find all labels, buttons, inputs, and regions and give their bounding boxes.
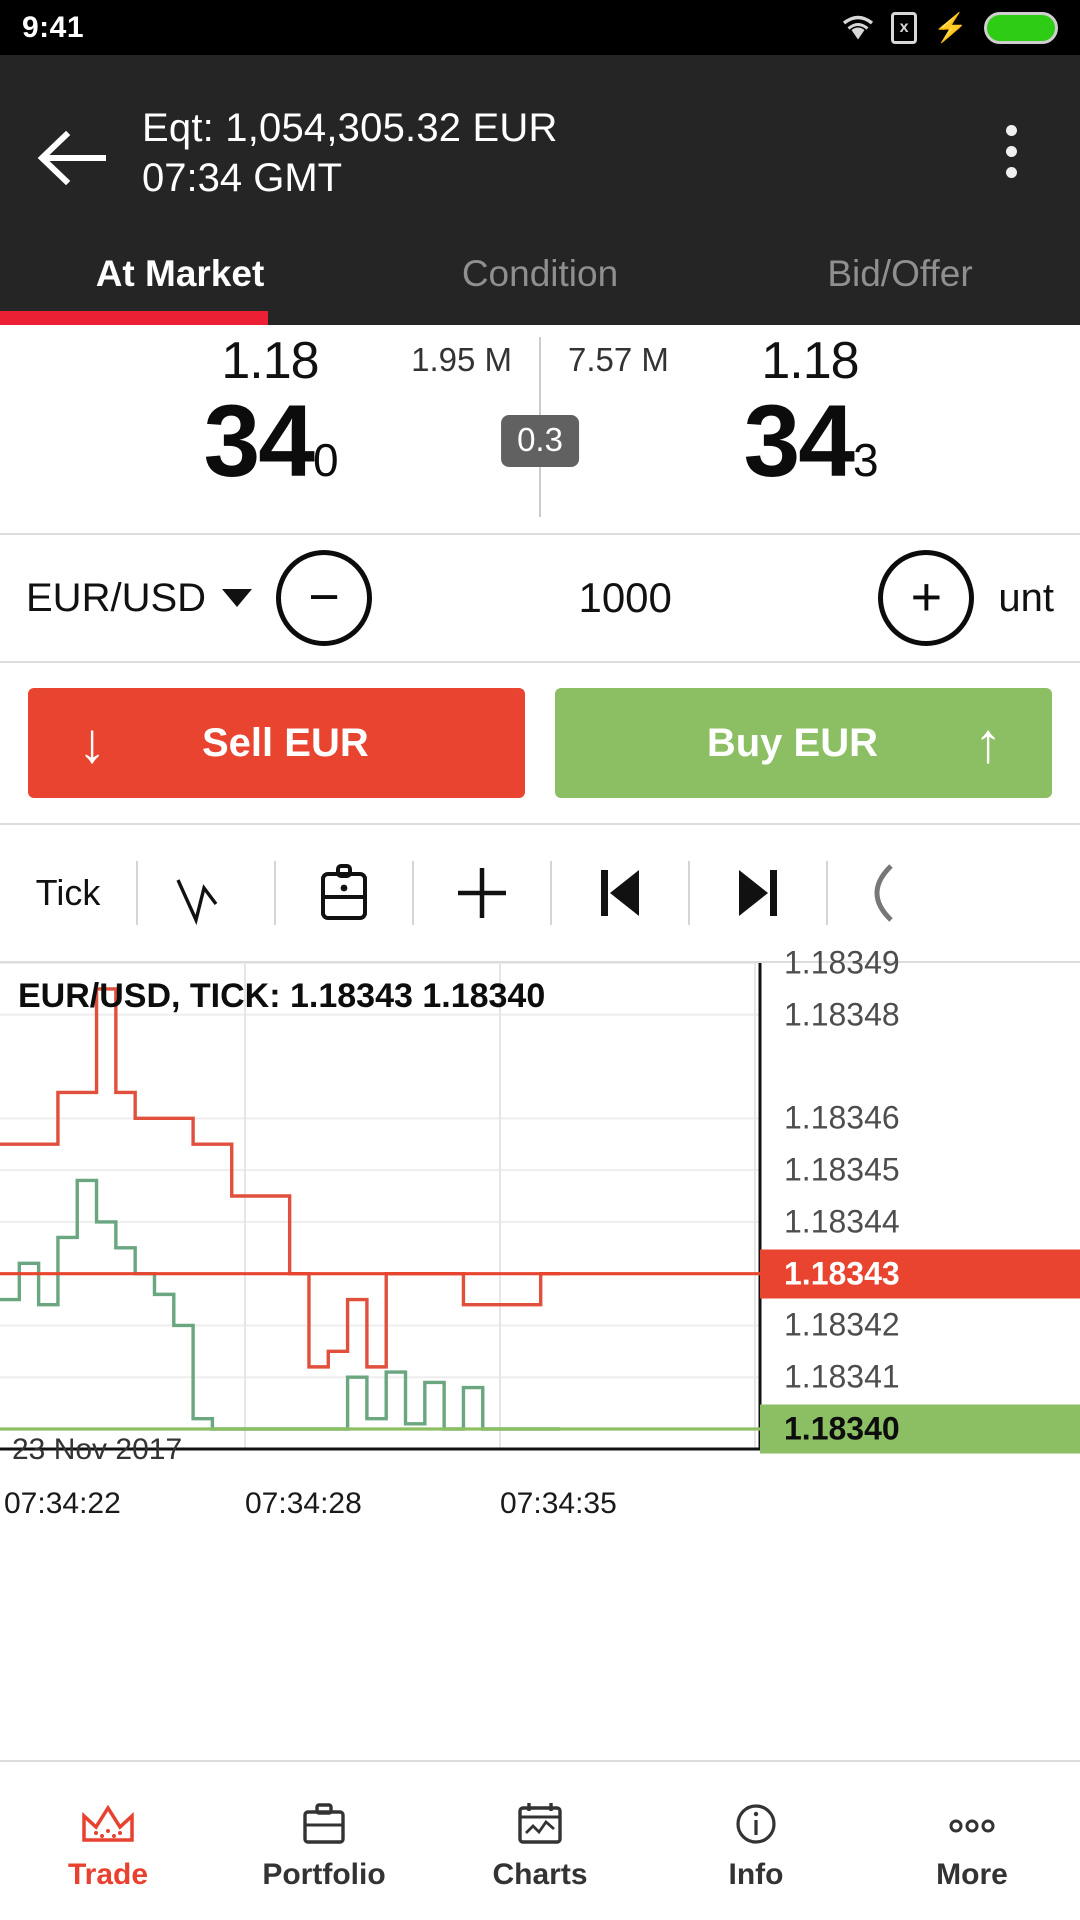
nav-item-more[interactable]: More	[864, 1790, 1080, 1892]
tab-bid-offer[interactable]: Bid/Offer	[720, 253, 1080, 325]
bid-price-prefix: 1.18	[221, 332, 319, 390]
ask-price-main: 34	[743, 384, 854, 498]
ask-price-block[interactable]: 1.18 343	[540, 335, 1080, 493]
tab-condition[interactable]: Condition	[360, 253, 720, 325]
bid-price-main: 34	[203, 384, 314, 498]
info-circle-icon	[731, 1790, 781, 1846]
chart-calendar-icon	[513, 1790, 567, 1846]
status-bar-clock: 9:41	[22, 10, 85, 44]
status-bar-icons: x ⚡	[841, 11, 1058, 44]
more-dots-icon	[941, 1790, 1003, 1846]
arrow-up-icon: ↑	[974, 711, 1002, 774]
sell-button[interactable]: ↓ Sell EUR	[28, 688, 525, 798]
bid-price-block[interactable]: 1.18 340	[0, 335, 540, 493]
order-entry-row: EUR/USD − 1000 + unt	[0, 535, 1080, 663]
bid-price-sub: 0	[312, 434, 339, 486]
server-time-label: 07:34 GMT	[142, 156, 343, 201]
nav-label-charts: Charts	[492, 1858, 588, 1891]
sell-button-label: Sell EUR	[202, 720, 369, 765]
charging-bolt-icon: ⚡	[933, 11, 968, 43]
line-chart-icon[interactable]	[138, 825, 274, 961]
refresh-circle-icon[interactable]	[828, 825, 964, 961]
y-axis-tick-label: 1.18349	[784, 944, 900, 981]
battery-icon	[984, 11, 1058, 44]
ask-price-big: 343	[540, 389, 1080, 493]
quantity-input[interactable]: 1000	[372, 574, 878, 622]
app-header: Eqt: 1,054,305.32 EUR 07:34 GMT At Marke…	[0, 55, 1080, 325]
skip-back-icon[interactable]	[552, 825, 688, 961]
briefcase-icon[interactable]	[276, 825, 412, 961]
bottom-navigation: Trade Portfolio Charts Info More	[0, 1760, 1080, 1920]
x-axis-tick-label: 07:34:35	[500, 1487, 617, 1520]
quote-panel: 1.95 M 7.57 M 0.3 1.18 340 1.18 343	[0, 325, 1080, 535]
timeframe-tick-button[interactable]: Tick	[0, 825, 136, 961]
equity-label: Eqt: 1,054,305.32 EUR	[142, 106, 558, 150]
quantity-decrement-button[interactable]: −	[276, 550, 372, 646]
nav-item-charts[interactable]: Charts	[432, 1790, 648, 1892]
y-axis-tick-label: 1.18342	[784, 1306, 900, 1343]
nav-label-more: More	[936, 1858, 1008, 1891]
nav-item-info[interactable]: Info	[648, 1790, 864, 1892]
nav-label-trade: Trade	[67, 1858, 149, 1891]
symbol-label: EUR/USD	[26, 575, 207, 620]
chart-y-axis: 1.18349 1.18348 1.18346 1.18345 1.18344 1.183…	[760, 945, 1080, 1483]
ask-price-prefix: 1.18	[761, 332, 859, 390]
y-axis-tick-label: 1.18346	[784, 1099, 900, 1136]
spread-badge: 0.3	[501, 415, 579, 467]
y-axis-tick-label: 1.18344	[784, 1203, 900, 1240]
arrow-down-icon: ↓	[78, 711, 106, 774]
quantity-increment-button[interactable]: +	[878, 550, 975, 646]
back-arrow-icon[interactable]	[34, 119, 112, 197]
x-axis-tick-label: 07:34:22	[4, 1487, 121, 1520]
nav-item-trade[interactable]: Trade	[0, 1790, 216, 1892]
y-axis-tick-label: 1.18345	[784, 1151, 900, 1188]
status-bar: 9:41 x ⚡	[0, 0, 1080, 55]
price-tag-ask: 1.18343	[760, 1249, 1080, 1299]
nav-label-portfolio: Portfolio	[262, 1858, 386, 1891]
x-axis-tick-label: 07:34:28	[245, 1487, 362, 1520]
y-axis-tick-label: 1.18341	[784, 1358, 900, 1395]
nav-item-portfolio[interactable]: Portfolio	[216, 1790, 432, 1892]
bid-price-big: 340	[0, 389, 540, 493]
briefcase-icon	[297, 1790, 351, 1846]
symbol-selector[interactable]: EUR/USD	[26, 576, 276, 621]
wifi-icon	[841, 15, 875, 41]
trade-crown-icon	[79, 1790, 137, 1846]
crosshair-plus-icon[interactable]	[414, 825, 550, 961]
chart-x-axis: 07:34:22 07:34:28 07:34:35	[0, 1483, 1080, 1543]
price-tag-bid: 1.18340	[760, 1404, 1080, 1454]
chart-toolbar: Tick	[0, 825, 1080, 963]
trade-buttons-row: ↓ Sell EUR Buy EUR ↑	[0, 663, 1080, 825]
sim-x-icon: x	[891, 11, 918, 44]
buy-button-label: Buy EUR	[706, 720, 878, 765]
chart-date-label: 23 Nov 2017	[12, 1433, 183, 1466]
nav-label-info: Info	[728, 1858, 784, 1891]
tab-active-indicator	[0, 311, 268, 325]
ask-price-sub: 3	[852, 434, 879, 486]
skip-forward-icon[interactable]	[690, 825, 826, 961]
order-type-tabs: At Market Condition Bid/Offer	[0, 253, 1080, 325]
chevron-down-icon	[222, 589, 253, 607]
quantity-unit-label: unt	[998, 575, 1054, 620]
y-axis-tick-label: 1.18348	[784, 996, 900, 1033]
buy-button[interactable]: Buy EUR ↑	[555, 688, 1052, 798]
header-titles: Eqt: 1,054,305.32 EUR 07:34 GMT	[112, 95, 976, 204]
kebab-menu-icon[interactable]	[976, 125, 1046, 178]
chart-title: EUR/USD, TICK: 1.18343 1.18340	[18, 977, 546, 1015]
tick-chart[interactable]: EUR/USD, TICK: 1.18343 1.18340 23 Nov 20…	[0, 945, 1080, 1483]
